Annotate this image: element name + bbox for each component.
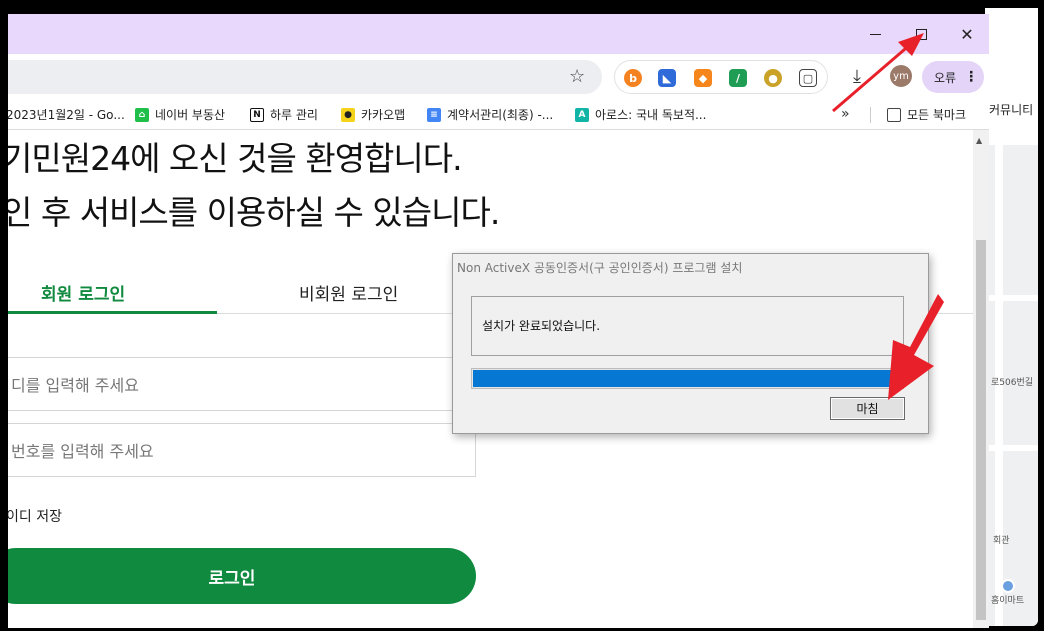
menu-icon: ⋮ (964, 69, 979, 85)
background-window: 커뮤니티 로506번길 회관 홈이마트 (985, 8, 1038, 626)
error-button[interactable]: 오류 ⋮ (922, 61, 984, 93)
error-label: 오류 (934, 70, 957, 85)
community-label[interactable]: 커뮤니티 (989, 101, 1033, 118)
bookmark-item[interactable]: 모든 북마크 (887, 106, 966, 123)
bookmark-label: 하루 관리 (270, 108, 318, 122)
scroll-thumb[interactable] (976, 240, 986, 620)
aros-icon: A (575, 107, 589, 122)
bookmark-item[interactable]: ≡ 계약서관리(최종) -... (427, 106, 553, 123)
welcome-subheading: 인 후 서비스를 이용하실 수 있습니다. (8, 193, 500, 232)
map-label-mart: 홈이마트 (991, 596, 1025, 606)
avatar[interactable]: ym (890, 65, 912, 87)
notion-icon: N (250, 107, 264, 122)
progress-fill (473, 370, 902, 387)
naver-home-icon: ⌂ (135, 107, 149, 122)
welcome-heading: 기민원24에 오신 것을 환영합니다. (8, 139, 463, 178)
maximize-button[interactable] (898, 14, 944, 54)
password-input[interactable]: 번호를 입력해 주세요 (8, 423, 476, 477)
active-tab-indicator (8, 311, 217, 314)
bookmarks-divider (870, 107, 871, 123)
address-bar[interactable] (8, 60, 602, 94)
bookmark-label: 2023년1월2일 - Go... (8, 108, 125, 122)
metamask-icon[interactable]: ◆ (694, 69, 712, 87)
scroll-up-icon[interactable]: ▲ (976, 136, 982, 145)
minimize-icon (869, 33, 881, 35)
download-icon[interactable]: ⤓ (853, 66, 861, 87)
extension-1-icon[interactable]: b (624, 69, 642, 87)
map-pin-icon: ● (341, 107, 355, 122)
install-progress-bar (471, 368, 904, 389)
dialog-title: Non ActiveX 공동인증서(구 공인인증서) 프로그램 설치 (457, 261, 743, 275)
extension-4-icon[interactable]: / (729, 69, 747, 87)
browser-toolbar: ☆ b ◣ ◆ / ● ▢ ⤓ ym 오류 ⋮ (8, 54, 989, 100)
title-bar[interactable]: ✕ (8, 14, 989, 54)
tab-guest-login[interactable]: 비회원 로그인 (299, 280, 398, 305)
dialog-message-box: 설치가 완료되었습니다. (471, 296, 904, 356)
tab-member-login[interactable]: 회원 로그인 (41, 280, 125, 305)
bookmarks-more-button[interactable]: » (841, 106, 850, 122)
maximize-icon (915, 28, 927, 40)
bookmarks-bar: 2023년1월2일 - Go... ⌂ 네이버 부동산 N 하루 관리 ● 카카… (8, 100, 989, 130)
minimize-button[interactable] (852, 14, 898, 54)
bookmark-star-icon[interactable]: ☆ (569, 66, 585, 87)
id-input[interactable]: 디를 입력해 주세요 (8, 357, 476, 411)
map-label-road: 로506번길 (991, 378, 1034, 388)
bookmark-label: 모든 북마크 (907, 108, 967, 122)
login-button[interactable]: 로그인 (8, 548, 476, 604)
extensions-group: b ◣ ◆ / ● ▢ (614, 60, 828, 94)
id-placeholder: 디를 입력해 주세요 (11, 376, 139, 395)
bookmark-item[interactable]: ● 카카오맵 (341, 106, 405, 123)
background-toolbar: 커뮤니티 (985, 38, 1038, 118)
dialog-message: 설치가 완료되었습니다. (482, 319, 601, 333)
extension-5-icon[interactable]: ● (764, 69, 782, 87)
password-placeholder: 번호를 입력해 주세요 (11, 442, 154, 461)
install-dialog: Non ActiveX 공동인증서(구 공인인증서) 프로그램 설치 설치가 완… (452, 253, 929, 434)
bookmark-label: 네이버 부동산 (155, 108, 226, 122)
map-label-hall: 회관 (993, 536, 1010, 546)
save-id-checkbox[interactable]: 이디 저장 (8, 506, 62, 526)
docs-icon: ≡ (427, 107, 441, 122)
puzzle-icon[interactable]: ▢ (799, 69, 817, 87)
bookmark-item[interactable]: ⌂ 네이버 부동산 (135, 106, 225, 123)
close-button[interactable]: ✕ (944, 14, 989, 54)
bookmark-item[interactable]: N 하루 관리 (250, 106, 318, 123)
page-scrollbar[interactable]: ▲ (973, 130, 989, 628)
extension-2-icon[interactable]: ◣ (658, 69, 676, 87)
bookmark-item[interactable]: 2023년1월2일 - Go... (8, 106, 125, 123)
map-pin-icon[interactable] (1001, 579, 1015, 593)
background-map: 로506번길 회관 홈이마트 (985, 145, 1038, 626)
close-icon: ✕ (960, 24, 974, 44)
bookmark-label: 아로스: 국내 독보적... (595, 108, 707, 122)
bookmark-item[interactable]: A 아로스: 국내 독보적... (575, 106, 706, 123)
folder-icon (887, 107, 901, 122)
bookmark-label: 계약서관리(최종) -... (447, 108, 554, 122)
bookmark-label: 카카오맵 (361, 108, 406, 122)
finish-button[interactable]: 마침 (830, 397, 905, 420)
